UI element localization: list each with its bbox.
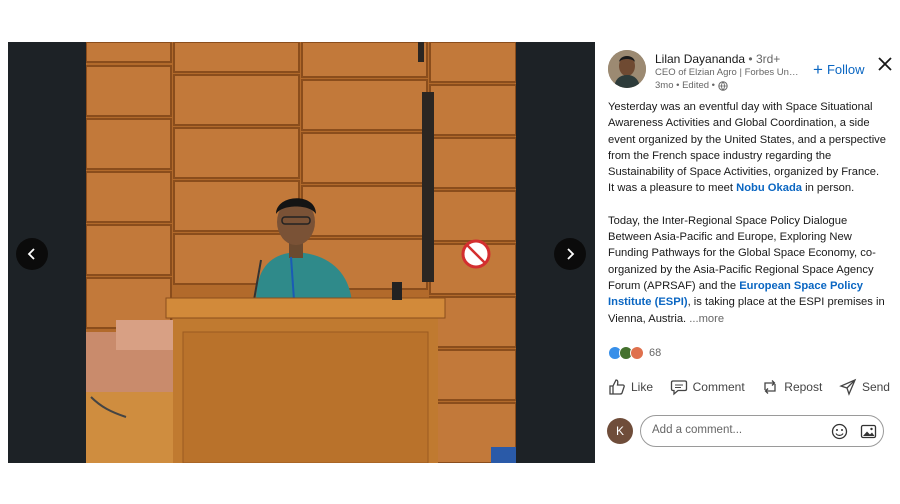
reaction-count: 68 bbox=[649, 347, 662, 359]
comment-box[interactable] bbox=[640, 415, 884, 447]
image-icon[interactable] bbox=[860, 423, 877, 440]
close-icon[interactable] bbox=[877, 56, 893, 72]
like-label: Like bbox=[631, 380, 654, 394]
comment-label: Comment bbox=[692, 380, 745, 394]
post-meta: 3mo • Edited • bbox=[655, 80, 728, 91]
send-label: Send bbox=[861, 380, 890, 394]
post-paragraph-1: Yesterday was an eventful day with Space… bbox=[608, 99, 888, 197]
reactions-summary[interactable]: 68 bbox=[608, 346, 661, 360]
post-text: Yesterday was an eventful day with Space… bbox=[608, 101, 886, 195]
send-icon bbox=[839, 378, 857, 396]
comment-input[interactable] bbox=[650, 423, 824, 437]
post-paragraph-2: Today, the Inter-Regional Space Policy D… bbox=[608, 213, 888, 327]
repost-label: Repost bbox=[784, 380, 823, 394]
previous-image-button[interactable] bbox=[16, 238, 48, 270]
post-photo bbox=[86, 42, 516, 463]
post-text: in person. bbox=[802, 182, 855, 195]
thumbs-up-icon bbox=[609, 379, 625, 395]
follow-button[interactable]: + Follow bbox=[813, 60, 865, 79]
comment-icon bbox=[670, 380, 687, 396]
follow-label: Follow bbox=[826, 62, 865, 77]
celebrate-reaction-icon bbox=[630, 346, 644, 360]
action-bar: Like Comment Repost Send bbox=[608, 378, 890, 396]
author-name-line: Lilan Dayananda • 3rd+ bbox=[655, 52, 780, 66]
post-time: 3mo • Edited • bbox=[655, 80, 715, 91]
chevron-left-icon bbox=[27, 248, 35, 260]
next-image-button[interactable] bbox=[554, 238, 586, 270]
repost-icon bbox=[764, 380, 776, 394]
author-name[interactable]: Lilan Dayananda bbox=[655, 52, 745, 66]
author-headline: CEO of Elzian Agro | Forbes Unde... bbox=[655, 67, 803, 78]
repost-button[interactable]: Repost bbox=[761, 378, 822, 396]
mention-link[interactable]: Nobu Okada bbox=[736, 182, 802, 194]
comment-button[interactable]: Comment bbox=[670, 378, 745, 396]
connection-degree: • 3rd+ bbox=[748, 52, 781, 66]
post-panel: Lilan Dayananda • 3rd+ CEO of Elzian Agr… bbox=[595, 42, 892, 472]
plus-icon: + bbox=[813, 60, 823, 79]
globe-icon bbox=[718, 80, 728, 91]
send-button[interactable]: Send bbox=[839, 378, 890, 396]
image-viewer bbox=[8, 42, 595, 463]
see-more-link[interactable]: ...more bbox=[689, 313, 724, 325]
chevron-right-icon bbox=[567, 248, 575, 260]
author-avatar[interactable] bbox=[608, 50, 646, 88]
emoji-icon[interactable] bbox=[831, 423, 848, 440]
post-body: Yesterday was an eventful day with Space… bbox=[608, 99, 888, 327]
user-avatar[interactable]: K bbox=[607, 418, 633, 444]
like-button[interactable]: Like bbox=[608, 378, 653, 396]
